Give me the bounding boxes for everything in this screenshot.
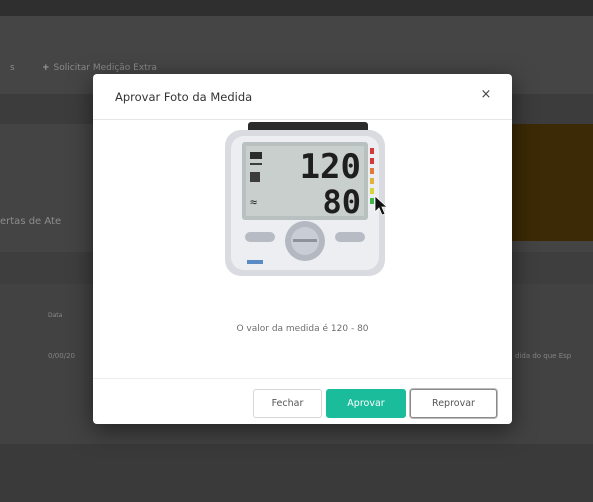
lcd-heart-icon: [250, 172, 260, 182]
systolic-reading: 120: [300, 147, 361, 187]
lcd-pulse-digits: ≈: [250, 195, 257, 209]
close-button[interactable]: Fechar: [253, 389, 322, 418]
scale-green: [370, 198, 374, 204]
reject-button[interactable]: Reprovar: [410, 389, 497, 418]
modal-footer: Fechar Aprovar Reprovar: [93, 378, 512, 424]
modal-header: Aprovar Foto da Medida ×: [93, 74, 512, 120]
lcd-memory-indicator: [250, 152, 262, 159]
measure-value-text: O valor da medida é 120 - 80: [236, 324, 369, 334]
device-side-button-left: [245, 232, 275, 242]
table-header-date: Data: [48, 312, 63, 319]
blood-pressure-monitor-photo: ≈ 120 80: [225, 122, 389, 276]
app-header: [0, 0, 593, 16]
request-extra-measurement-label: Solicitar Medição Extra: [53, 63, 157, 73]
modal-title: Aprovar Foto da Medida: [115, 90, 253, 104]
alert-panel: [512, 124, 593, 241]
modal-body: ≈ 120 80 O valor da medida é 120 - 80: [93, 120, 512, 378]
plus-icon: +: [42, 63, 50, 73]
scale-yellow: [370, 178, 374, 184]
approve-photo-modal: Aprovar Foto da Medida × ≈ 120 80 O valo…: [93, 74, 512, 424]
approve-button[interactable]: Aprovar: [326, 389, 406, 418]
scale-red: [370, 148, 374, 154]
scale-yellow-2: [370, 188, 374, 194]
table-cell-date: 0/00/20: [48, 352, 75, 360]
start-button-mark: [293, 239, 317, 242]
brand-logo: [247, 260, 263, 264]
table-cell-description: dida do que Esp: [515, 352, 572, 360]
diastolic-reading: 80: [322, 183, 361, 221]
toolbar-partial-text: s: [10, 63, 15, 73]
page-footer: [0, 444, 593, 502]
alerts-section-title: ertas de Ate: [0, 216, 62, 227]
device-side-button-right: [335, 232, 365, 242]
scale-red-2: [370, 158, 374, 164]
lcd-symbol: [250, 163, 262, 165]
request-extra-measurement-link[interactable]: + Solicitar Medição Extra: [42, 63, 157, 73]
close-icon[interactable]: ×: [478, 87, 494, 103]
scale-orange: [370, 168, 374, 174]
